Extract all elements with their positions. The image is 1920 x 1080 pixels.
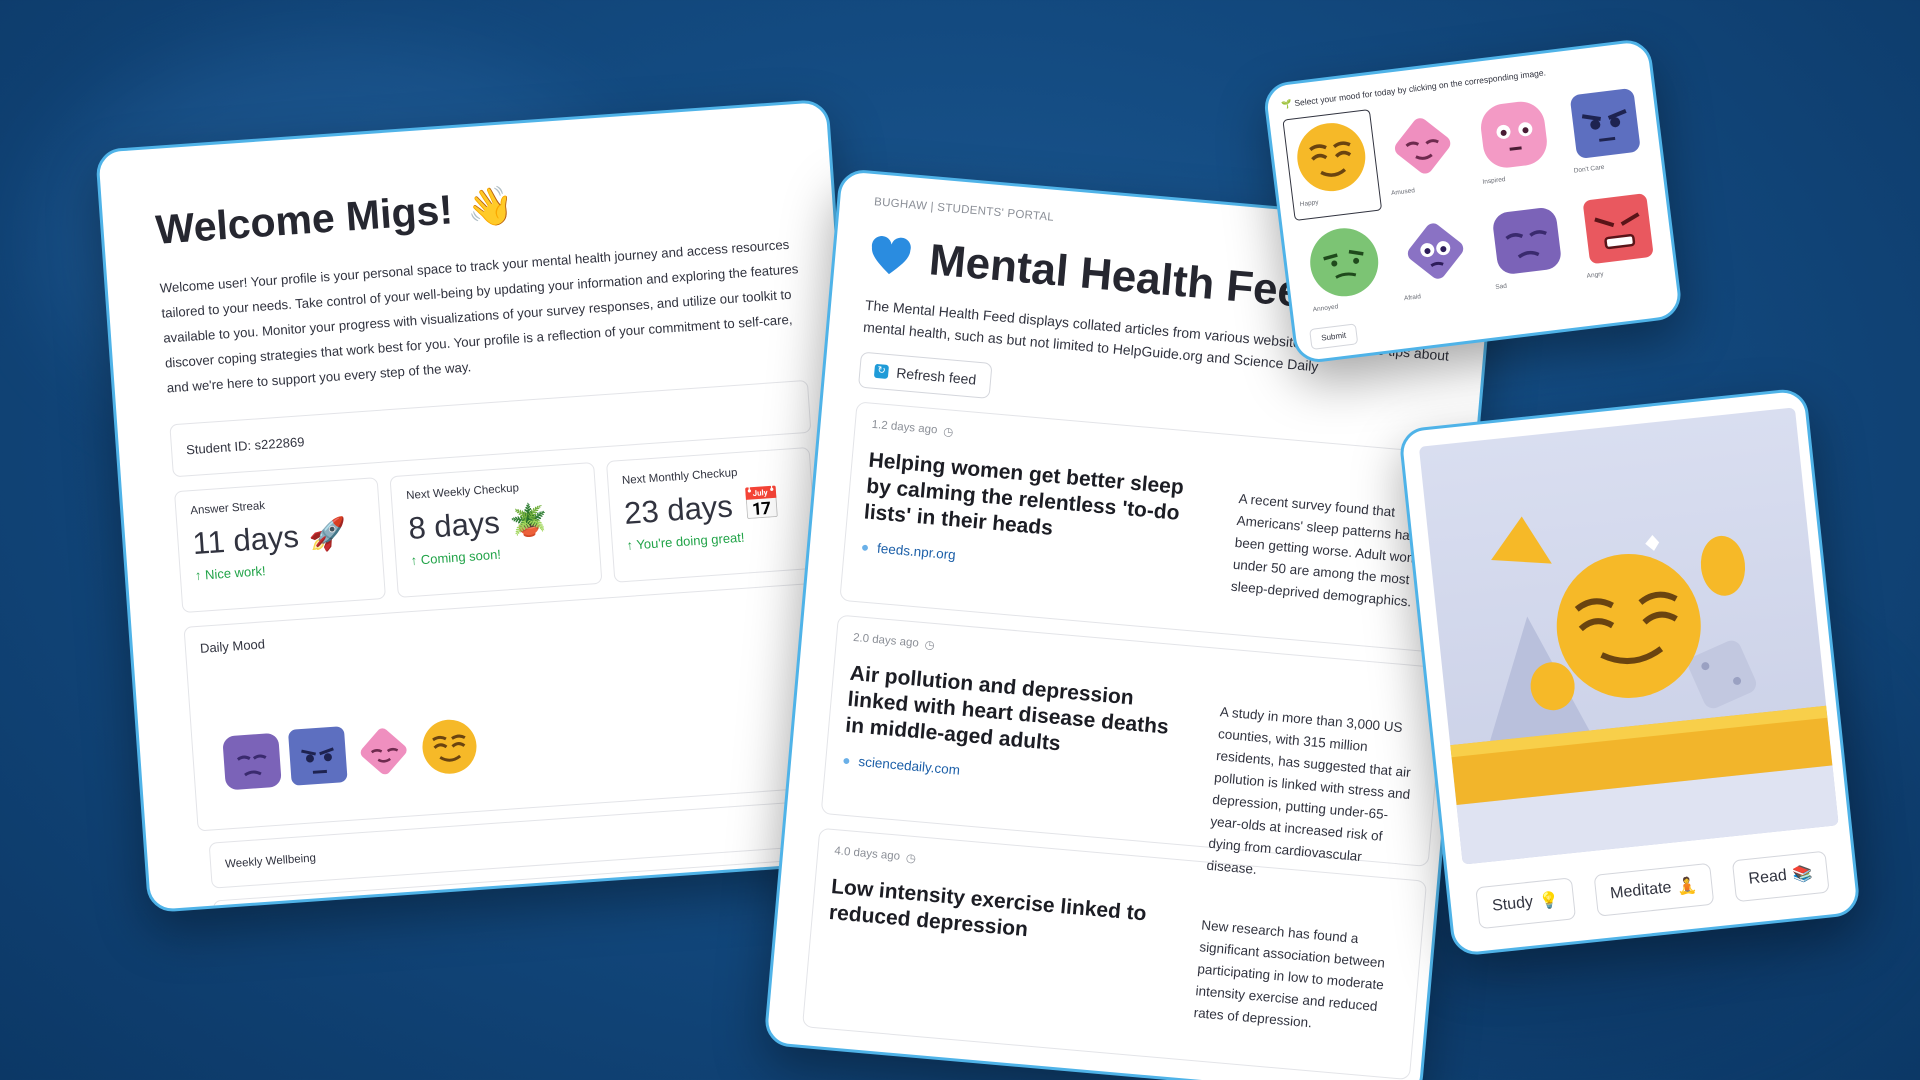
- study-label: Study: [1491, 893, 1534, 915]
- amused-face-icon: [1394, 118, 1451, 174]
- mood-option-inspired[interactable]: Inspired: [1466, 88, 1564, 198]
- sparkle-icon: [1645, 534, 1660, 551]
- annoyed-face-icon: [1310, 228, 1379, 297]
- metric-answer-streak: Answer Streak 11 days 🚀 ↑ Nice work!: [174, 477, 387, 614]
- plant-icon: 🪴: [508, 501, 550, 539]
- metric-value-text: 11 days: [191, 518, 300, 561]
- metric-next-weekly-checkup: Next Weekly Checkup 8 days 🪴 ↑ Coming soo…: [389, 461, 603, 598]
- article-source-link[interactable]: sciencedaily.com: [858, 754, 961, 778]
- happy-mood-icon: [422, 719, 477, 774]
- refresh-feed-label: Refresh feed: [895, 364, 977, 388]
- mood-caption: Inspired: [1482, 176, 1506, 186]
- waving-hand: [1700, 535, 1746, 596]
- metric-next-monthly-checkup: Next Monthly Checkup 23 days 📅 ↑ You're d…: [605, 446, 818, 583]
- meditate-button[interactable]: Meditate 🧘: [1593, 862, 1715, 917]
- mood-caption: Annoyed: [1312, 303, 1339, 314]
- article-card[interactable]: 1.2 days ago ◷ Helping women get better s…: [839, 401, 1465, 654]
- mood-option-happy[interactable]: Happy: [1282, 109, 1383, 221]
- article-age-text: 4.0 days ago: [833, 845, 901, 863]
- read-button[interactable]: Read 📚: [1731, 850, 1830, 903]
- books-icon: 📚: [1791, 865, 1814, 885]
- globe-icon: ●: [860, 539, 870, 555]
- profile-intro: Welcome user! Your profile is your perso…: [159, 236, 799, 396]
- metric-value: 8 days 🪴: [407, 498, 583, 547]
- metric-label: Next Monthly Checkup: [621, 466, 738, 488]
- cheese-icon: [1491, 516, 1552, 564]
- mood-caption: Afraid: [1403, 293, 1422, 303]
- amused-mood-icon: [360, 728, 407, 775]
- article-age-text: 2.0 days ago: [852, 631, 920, 650]
- game-scene: [1418, 407, 1839, 865]
- happy-face-icon: [1297, 123, 1366, 192]
- metric-delta-text: Coming soon!: [420, 546, 502, 568]
- refresh-icon: ↻: [873, 363, 890, 379]
- study-button[interactable]: Study 💡: [1475, 877, 1576, 930]
- daily-mood-chart: Daily Mood: [183, 582, 837, 832]
- metric-value: 11 days 🚀: [191, 513, 367, 562]
- article-title[interactable]: Helping women get better sleep by calmin…: [863, 448, 1209, 555]
- mood-caption: Don't Care: [1573, 163, 1605, 175]
- sad-face-icon: [1493, 208, 1561, 274]
- meditation-icon: 🧘: [1676, 877, 1699, 897]
- mood-option-afraid[interactable]: Afraid: [1388, 204, 1486, 314]
- angry-face-icon: [1583, 193, 1653, 264]
- mood-option-amused[interactable]: Amused: [1375, 99, 1473, 209]
- metric-label: Next Weekly Checkup: [405, 482, 520, 503]
- afraid-face-icon: [1407, 223, 1464, 279]
- globe-icon: ●: [841, 752, 852, 769]
- read-label: Read: [1747, 866, 1788, 888]
- arrow-up-icon: ↑: [410, 552, 418, 568]
- metric-value: 23 days 📅: [623, 483, 799, 532]
- mood-caption: Sad: [1494, 282, 1508, 292]
- metric-delta-text: Nice work!: [204, 563, 267, 583]
- mood-caption: Happy: [1299, 199, 1319, 209]
- lightbulb-icon: 💡: [1538, 891, 1560, 911]
- waving-hand-icon: 👋: [465, 184, 516, 230]
- inspired-face-icon: [1481, 101, 1547, 168]
- mood-option-annoyed[interactable]: Annoyed: [1296, 215, 1394, 325]
- rocket-icon: 🚀: [307, 515, 349, 553]
- welcome-title: Welcome Migs!: [154, 186, 455, 253]
- refresh-feed-button[interactable]: ↻ Refresh feed: [857, 351, 993, 399]
- mood-grid: Happy Amused Inspired Don't Care Annoyed…: [1282, 77, 1662, 325]
- profile-card: Welcome Migs! 👋 Welcome user! Your profi…: [95, 98, 882, 914]
- metric-value-text: 8 days: [407, 504, 501, 546]
- arrow-up-icon: ↑: [626, 537, 634, 553]
- mood-history-row: [220, 691, 819, 792]
- mood-picker-card: 🌱 Select your mood for today by clicking…: [1262, 37, 1684, 365]
- metric-label: Answer Streak: [190, 500, 266, 518]
- mood-caption: Amused: [1390, 187, 1416, 198]
- article-source-link[interactable]: feeds.npr.org: [877, 541, 957, 563]
- dont-care-face-icon: [1570, 88, 1640, 158]
- article-age-text: 1.2 days ago: [871, 418, 938, 437]
- article-summary: New research has found a significant ass…: [1193, 917, 1386, 1031]
- blue-heart-icon: [871, 236, 911, 275]
- metric-delta-text: You're doing great!: [635, 529, 745, 553]
- metrics-row: Answer Streak 11 days 🚀 ↑ Nice work! Next…: [174, 446, 818, 614]
- metric-value-text: 23 days: [623, 487, 734, 531]
- sad-mood-icon: [223, 733, 282, 790]
- sprout-icon: 🌱: [1280, 98, 1293, 110]
- wellness-game-card: Study 💡 Meditate 🧘 Read 📚: [1398, 387, 1862, 958]
- daily-mood-label: Daily Mood: [199, 636, 266, 656]
- dont-care-mood-icon: [288, 726, 348, 786]
- article-card[interactable]: 2.0 days ago ◷ Air pollution and depressi…: [820, 614, 1446, 877]
- clock-icon: ◷: [905, 852, 917, 866]
- article-title[interactable]: Air pollution and depression linked with…: [844, 661, 1190, 768]
- calendar-icon: 📅: [741, 485, 783, 523]
- article-title[interactable]: Low intensity exercise linked to reduced…: [828, 874, 1171, 955]
- clock-icon: ◷: [942, 426, 954, 439]
- mood-option-angry[interactable]: Angry: [1570, 182, 1668, 292]
- mood-option-dont-care[interactable]: Don't Care: [1557, 77, 1655, 187]
- arrow-up-icon: ↑: [194, 567, 202, 584]
- submit-mood-button[interactable]: Submit: [1309, 323, 1359, 350]
- meditate-label: Meditate: [1609, 878, 1673, 903]
- clock-icon: ◷: [924, 639, 936, 653]
- mood-option-sad[interactable]: Sad: [1479, 193, 1577, 303]
- mood-caption: Angry: [1586, 270, 1605, 280]
